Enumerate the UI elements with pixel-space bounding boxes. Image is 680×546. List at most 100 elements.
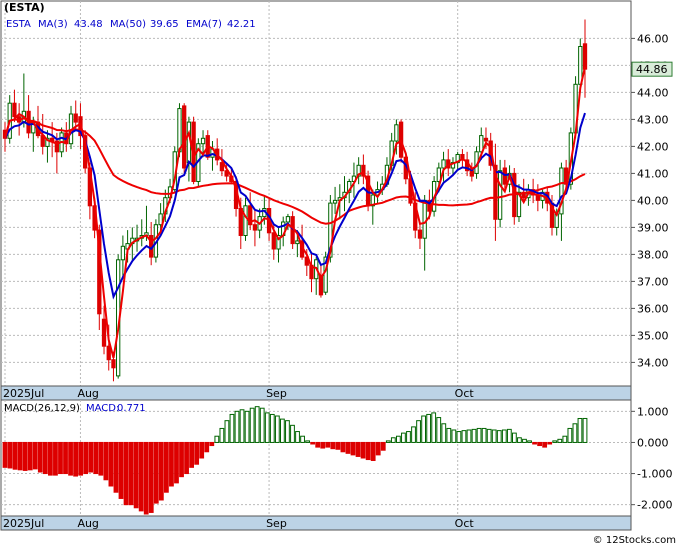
macd-bar	[259, 407, 265, 443]
candle-body	[502, 167, 507, 185]
macd-legend-value-label: MACD:	[86, 403, 119, 414]
macd-bar	[426, 413, 432, 443]
macd-bar	[224, 420, 230, 443]
macd-bar	[2, 441, 8, 468]
macd-bar	[385, 440, 391, 443]
macd-bar	[169, 441, 174, 487]
macd-bar	[148, 441, 154, 513]
macd-y-tick-label: -2.000	[637, 499, 672, 512]
macd-bar	[164, 441, 169, 493]
stock-chart: 34.00 35.00 36.00 37.00 38.00 39.00 40.00 41.00…	[0, 0, 676, 546]
macd-bar	[199, 441, 205, 459]
last-price-label: 44.86	[636, 63, 668, 76]
macd-bar	[128, 441, 134, 506]
macd-bar	[446, 427, 452, 443]
macd-legend-label: MACD(26,12,9)	[4, 403, 80, 414]
macd-bar	[441, 423, 447, 443]
macd-bar	[209, 441, 215, 447]
macd-bar	[138, 441, 144, 512]
macd-bar	[53, 441, 58, 476]
macd-bar	[93, 441, 99, 475]
macd-bar	[179, 441, 184, 478]
macd-bar	[380, 441, 386, 451]
macd-bar	[269, 413, 275, 443]
macd-bar	[295, 431, 300, 443]
price-y-axis: 34.00 35.00 36.00 37.00 38.00 39.00 40.00 41.00…	[631, 32, 669, 369]
candle-body	[422, 199, 427, 239]
macd-y-tick-label: 0.000	[637, 436, 669, 449]
macd-bar	[532, 441, 537, 445]
macd-bar	[194, 441, 200, 465]
macd-bar	[310, 441, 316, 445]
macd-bar	[254, 406, 260, 443]
macd-bar	[58, 441, 63, 475]
macd-bar	[501, 429, 507, 443]
macd-bar	[305, 440, 310, 443]
macd-bar	[330, 441, 336, 450]
macd-y-axis: 1.000 0.000 -1.000 -2.000	[631, 405, 672, 512]
macd-bar	[244, 410, 250, 443]
candle-body	[295, 240, 300, 245]
candle-body	[441, 159, 446, 169]
legend-ma3-label: MA(3)	[38, 19, 68, 30]
macd-bar	[390, 437, 396, 443]
macd-bar	[350, 441, 356, 456]
watermark: © 12Stocks.com	[593, 535, 676, 546]
macd-bar	[537, 441, 543, 447]
candle-body	[177, 108, 182, 153]
macd-bar	[466, 429, 472, 443]
macd-bar	[572, 423, 578, 443]
candle-body	[483, 137, 489, 142]
macd-bar	[219, 427, 225, 443]
macd-bar	[547, 441, 553, 445]
macd-bar	[249, 407, 255, 443]
macd-bar	[98, 441, 104, 476]
x-tick-label: 2025Jul	[3, 517, 44, 530]
candle-body	[332, 199, 338, 204]
candle-body	[182, 105, 187, 169]
price-y-tick-label: 37.00	[637, 275, 669, 288]
macd-bar	[189, 441, 195, 468]
macd-bar	[522, 438, 527, 443]
macd-bar	[506, 428, 512, 443]
macd-bar	[123, 441, 129, 506]
x-tick-label: Sep	[266, 517, 287, 530]
macd-bar	[68, 441, 73, 476]
macd-bar	[486, 428, 492, 443]
macd-bar	[108, 441, 114, 487]
macd-bar	[517, 437, 522, 443]
macd-bar	[335, 441, 341, 450]
price-y-tick-label: 35.00	[637, 329, 669, 342]
macd-bar	[456, 431, 462, 443]
price-legend: ESTA MA(3) 43.48 MA(50) 39.65 EMA(7) 42.…	[6, 19, 256, 30]
macd-bar	[83, 441, 89, 475]
macd-bar	[204, 441, 210, 453]
macd-bar	[355, 441, 361, 457]
macd-legend-value: 0.771	[117, 403, 146, 414]
candle-body	[12, 102, 17, 118]
macd-bar	[153, 441, 159, 504]
candle-body	[417, 229, 423, 239]
price-y-tick-label: 34.00	[637, 356, 669, 369]
candle-body	[101, 318, 107, 347]
macd-bar	[280, 418, 285, 443]
macd-bar	[32, 441, 38, 470]
x-tick-label: Aug	[77, 517, 98, 530]
macd-bar	[461, 430, 467, 443]
macd-bar	[491, 429, 497, 443]
macd-bar	[542, 441, 548, 448]
macd-bar	[174, 441, 179, 484]
macd-bar	[234, 410, 240, 443]
candle-body	[111, 359, 116, 369]
macd-bar	[481, 427, 487, 443]
legend-ma50-label: MA(50)	[110, 19, 146, 30]
candle-body	[398, 121, 404, 158]
price-y-tick-label: 36.00	[637, 302, 669, 315]
macd-bar	[552, 440, 558, 443]
x-tick-label: Sep	[266, 387, 287, 400]
macd-bar	[577, 417, 583, 443]
macd-bar	[184, 441, 189, 475]
legend-symbol: ESTA	[6, 19, 31, 30]
macd-bar	[365, 441, 371, 461]
macd-bar	[48, 441, 53, 476]
